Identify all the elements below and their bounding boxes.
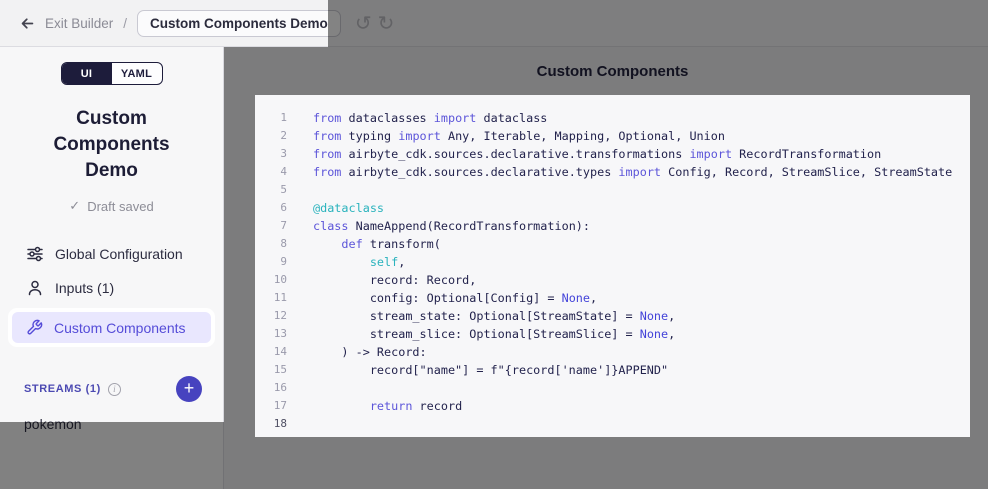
code-line[interactable]: 1from dataclasses import dataclass [255,109,970,127]
redo-icon[interactable]: ↻ [378,13,395,33]
add-stream-button[interactable]: + [176,376,202,402]
code-line[interactable]: 18 [255,415,970,433]
arrow-left-icon [19,15,36,32]
undo-icon[interactable]: ↺ [355,13,372,33]
topbar: Exit Builder / Custom Components Demo ↺ … [0,0,988,47]
page-title: Custom Components [255,47,970,95]
code-line[interactable]: 3from airbyte_cdk.sources.declarative.tr… [255,145,970,163]
stream-item-pokemon[interactable]: pokemon [0,416,223,432]
line-number: 5 [255,181,287,199]
code-line[interactable]: 13 stream_slice: Optional[StreamSlice] =… [255,325,970,343]
code-line[interactable]: 16 [255,379,970,397]
line-number: 13 [255,325,287,343]
code-line[interactable]: 5 [255,181,970,199]
code-line[interactable]: 2from typing import Any, Iterable, Mappi… [255,127,970,145]
line-number: 17 [255,397,287,415]
code-line[interactable]: 8 def transform( [255,235,970,253]
line-number: 16 [255,379,287,397]
code-line[interactable]: 14 ) -> Record: [255,343,970,361]
exit-builder-link[interactable]: Exit Builder [45,16,113,31]
sidebar: UI YAML Custom Components Demo ✓ Draft s… [0,47,224,489]
line-number: 8 [255,235,287,253]
line-number: 15 [255,361,287,379]
code-line[interactable]: 17 return record [255,397,970,415]
line-number: 11 [255,289,287,307]
code-line[interactable]: 15 record["name"] = f"{record['name']}AP… [255,361,970,379]
code-line[interactable]: 7class NameAppend(RecordTransformation): [255,217,970,235]
breadcrumb-separator: / [123,16,127,31]
sidebar-item-label: Inputs (1) [55,280,114,296]
sliders-icon [26,245,44,263]
code-line[interactable]: 11 config: Optional[Config] = None, [255,289,970,307]
main-content: Custom Components 1from dataclasses impo… [224,47,988,489]
draft-status-label: Draft saved [87,199,153,214]
line-number: 2 [255,127,287,145]
line-number: 14 [255,343,287,361]
code-line[interactable]: 9 self, [255,253,970,271]
code-line[interactable]: 4from airbyte_cdk.sources.declarative.ty… [255,163,970,181]
line-number: 6 [255,199,287,217]
ui-yaml-toggle: UI YAML [61,62,163,85]
line-number: 1 [255,109,287,127]
line-number: 12 [255,307,287,325]
code-line[interactable]: 12 stream_state: Optional[StreamState] =… [255,307,970,325]
wrench-icon [25,319,43,337]
sidebar-item-global-configuration[interactable]: Global Configuration [0,237,223,271]
line-number: 3 [255,145,287,163]
info-icon[interactable]: i [108,383,121,396]
draft-status: ✓ Draft saved [0,199,223,214]
user-icon [26,279,44,297]
toggle-ui-option[interactable]: UI [62,63,112,84]
toggle-yaml-option[interactable]: YAML [112,63,162,84]
check-icon: ✓ [69,199,80,214]
line-number: 9 [255,253,287,271]
tutorial-spotlight: Custom Components [8,308,215,347]
sidebar-item-custom-components[interactable]: Custom Components [12,312,211,343]
sidebar-nav: Global Configuration Inputs (1) Custom C… [0,237,223,347]
line-number: 10 [255,271,287,289]
sidebar-item-inputs[interactable]: Inputs (1) [0,271,223,305]
connector-title: Custom Components Demo [32,106,192,184]
code-editor[interactable]: 1from dataclasses import dataclass2from … [255,95,970,437]
streams-section-header: STREAMS (1) i + [0,376,223,402]
line-number: 7 [255,217,287,235]
line-number: 18 [255,415,287,433]
code-line[interactable]: 6@dataclass [255,199,970,217]
connector-name-input[interactable]: Custom Components Demo [137,10,341,37]
line-number: 4 [255,163,287,181]
sidebar-item-label: Global Configuration [55,246,183,262]
streams-label: STREAMS (1) [24,383,101,395]
sidebar-item-label: Custom Components [54,320,186,336]
code-line[interactable]: 10 record: Record, [255,271,970,289]
back-button[interactable] [15,11,39,35]
